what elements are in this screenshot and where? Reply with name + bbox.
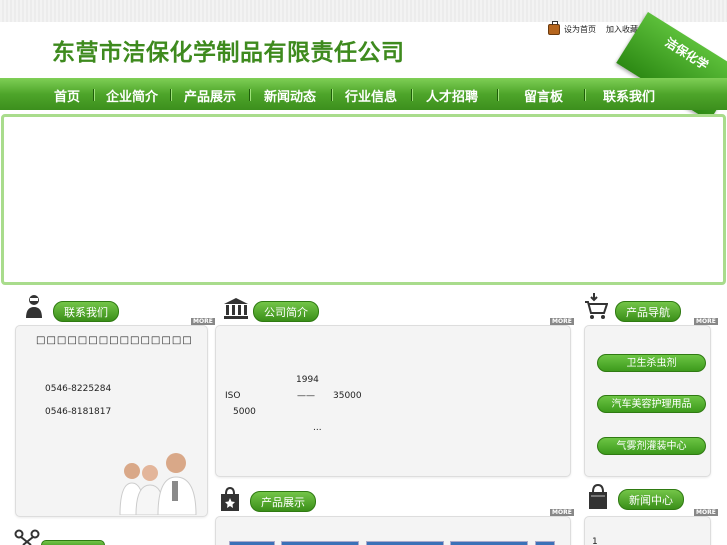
product-nav-aerosol[interactable]: 气雾剂灌装中心	[597, 437, 706, 455]
nav-item-industry[interactable]: 行业信息	[345, 86, 397, 105]
nav-item-guestbook[interactable]: 留言板	[524, 86, 563, 105]
contact-section-title: 联系我们	[53, 301, 119, 322]
news-box	[584, 516, 711, 545]
about-ellipsis[interactable]: ...	[313, 423, 322, 433]
product-thumbnail[interactable]	[229, 541, 275, 545]
contact-company: □□□□□□□□□□□□□□□	[36, 335, 193, 346]
product-thumbnail[interactable]	[366, 541, 444, 545]
nav-item-jobs[interactable]: 人才招聘	[426, 86, 478, 105]
news-more-link[interactable]: MORE	[694, 509, 718, 516]
customer-service-icon	[26, 295, 42, 318]
nav-separator	[93, 89, 94, 101]
about-section-title: 公司简介	[253, 301, 319, 322]
nav-item-about[interactable]: 企业简介	[106, 86, 158, 105]
about-number: 5000	[233, 407, 256, 417]
nav-separator	[411, 89, 412, 101]
product-nav-insecticide[interactable]: 卫生杀虫剂	[597, 354, 706, 372]
nav-separator	[497, 89, 498, 101]
nav-separator	[331, 89, 332, 101]
about-box	[215, 325, 571, 477]
header: 东营市洁保化学制品有限责任公司 设为首页 加入收藏 洁保化学	[0, 12, 727, 122]
top-links: 设为首页 加入收藏	[548, 21, 644, 35]
nav-item-products[interactable]: 产品展示	[184, 86, 236, 105]
about-year: 1994	[296, 375, 319, 385]
nav-item-news[interactable]: 新闻动态	[264, 86, 316, 105]
scissors-icon	[14, 529, 40, 545]
product-thumbnail[interactable]	[450, 541, 528, 545]
company-name: 东营市洁保化学制品有限责任公司	[52, 40, 405, 66]
shopping-bag-icon	[221, 486, 239, 511]
nav-separator	[249, 89, 250, 101]
main-nav: 首页 企业简介 产品展示 新闻动态 行业信息 人才招聘 留言板 联系我们	[0, 78, 727, 110]
banner	[1, 114, 726, 285]
product-nav-section-title: 产品导航	[615, 301, 681, 322]
briefcase-icon	[548, 21, 560, 35]
product-thumbnail[interactable]	[281, 541, 359, 545]
product-thumbnail[interactable]	[535, 541, 555, 545]
set-home-link[interactable]: 设为首页	[564, 24, 596, 35]
news-section-title: 新闻中心	[618, 489, 684, 510]
building-icon	[224, 298, 248, 319]
product-nav-more-link[interactable]: MORE	[694, 318, 718, 325]
about-area: 35000	[333, 391, 362, 401]
nav-item-contact[interactable]: 联系我们	[603, 86, 655, 105]
about-more-link[interactable]: MORE	[550, 318, 574, 325]
about-iso: ISO	[225, 391, 241, 401]
nav-separator	[170, 89, 171, 101]
products-more-link[interactable]: MORE	[550, 509, 574, 516]
handbag-icon	[589, 483, 607, 509]
about-dash: ——	[297, 391, 315, 401]
nav-item-home[interactable]: 首页	[54, 86, 80, 105]
shopping-cart-icon	[585, 293, 608, 319]
products-section-title: 产品展示	[250, 491, 316, 512]
staff-photo	[119, 453, 197, 515]
contact-phone-1: 0546-8225284	[45, 384, 112, 394]
product-nav-car-care[interactable]: 汽车美容护理用品	[597, 395, 706, 413]
contact-phone-2: 0546-8181817	[45, 407, 112, 417]
contact-more-link[interactable]: MORE	[191, 318, 215, 325]
partial-section-title	[41, 540, 105, 545]
news-item-1[interactable]: 1	[592, 537, 598, 545]
nav-separator	[584, 89, 585, 101]
